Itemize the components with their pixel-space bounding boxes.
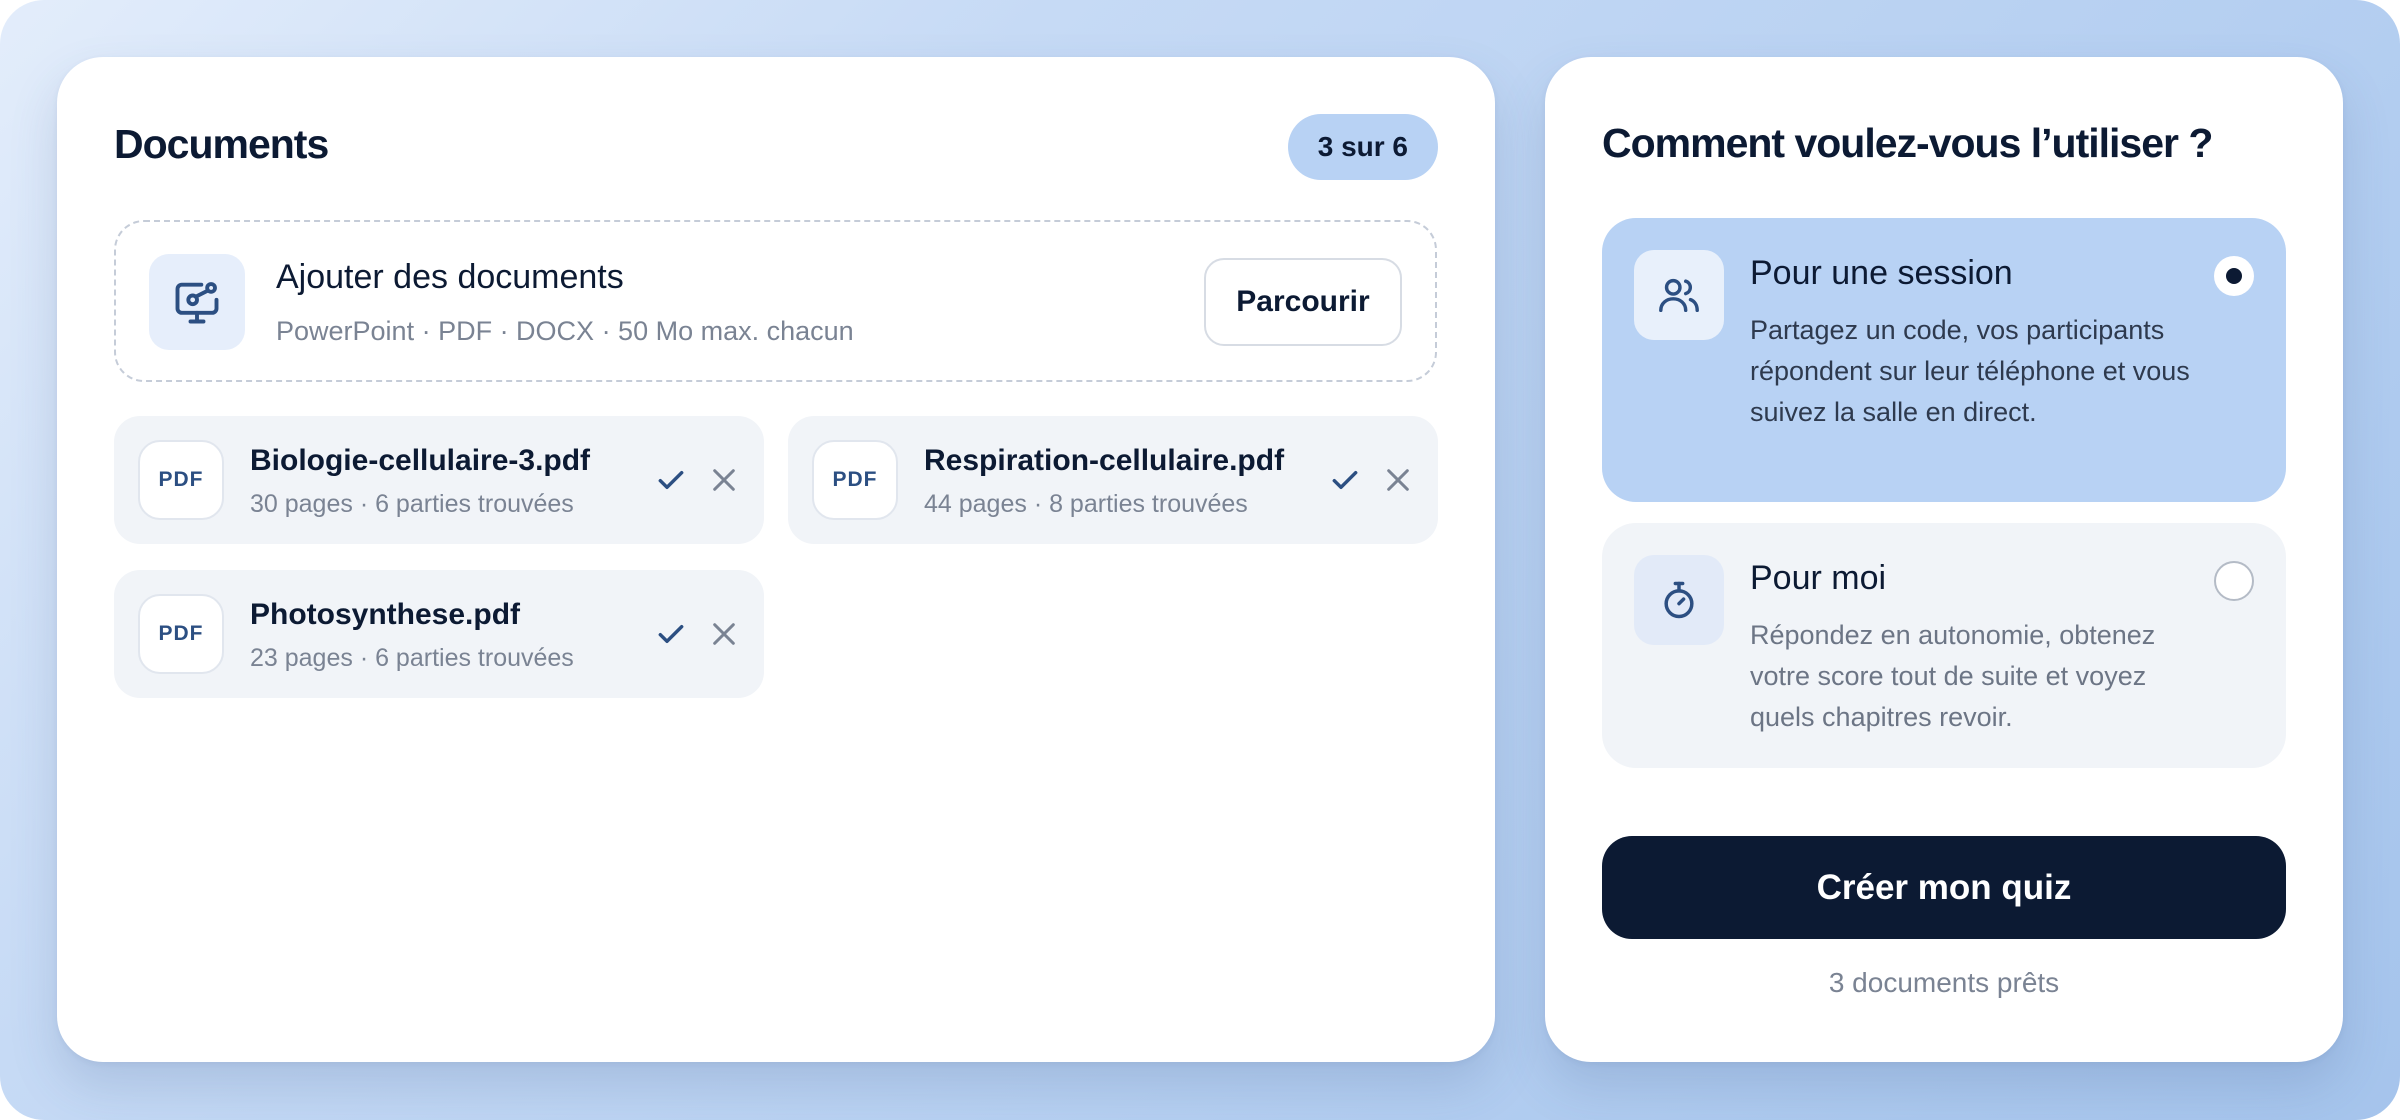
app-background: Documents 3 sur 6 Ajouter des documents … (0, 0, 2400, 1120)
check-icon (1332, 470, 1358, 490)
users-icon (1634, 250, 1724, 340)
option-description: Partagez un code, vos participants répon… (1750, 315, 2190, 427)
file-meta: 44 pages · 8 parties trouvées (924, 490, 1248, 518)
ready-status-text: 3 documents prêts (1828, 967, 2060, 998)
file-meta: 23 pages · 6 parties trouvées (250, 644, 574, 672)
file-name: Photosynthese.pdf (250, 598, 521, 631)
option-title: Pour moi (1750, 559, 1887, 597)
pdf-file-icon: PDF (138, 594, 224, 674)
option-session[interactable]: Pour une session Partagez un code, vos p… (1602, 218, 2286, 502)
file-item: PDF Biologie-cellulaire-3.pdf 30 pages ·… (114, 416, 764, 544)
upload-dropzone[interactable]: Ajouter des documents PowerPoint · PDF ·… (114, 220, 1437, 382)
option-description: Répondez en autonomie, obtenez votre sco… (1750, 620, 2156, 732)
file-item: PDF Respiration-cellulaire.pdf 44 pages … (788, 416, 1438, 544)
remove-file-close-icon[interactable] (1382, 464, 1414, 496)
pdf-file-icon: PDF (812, 440, 898, 520)
option-title: Pour une session (1750, 254, 2013, 292)
file-meta: 30 pages · 6 parties trouvées (250, 490, 574, 518)
check-icon (658, 470, 684, 490)
remove-file-close-icon[interactable] (708, 464, 740, 496)
monitor-upload-icon (149, 254, 245, 350)
document-count-badge: 3 sur 6 (1287, 114, 1438, 180)
browse-button[interactable]: Parcourir (1204, 258, 1402, 346)
radio-selected[interactable] (2214, 256, 2254, 296)
usage-card: Comment voulez-vous l’utiliser ? Pour un… (1545, 57, 2343, 1062)
stopwatch-icon (1634, 555, 1724, 645)
remove-file-close-icon[interactable] (708, 618, 740, 650)
check-icon (658, 624, 684, 644)
file-name: Biologie-cellulaire-3.pdf (250, 444, 591, 477)
create-quiz-button[interactable]: Créer mon quiz (1602, 836, 2286, 939)
dropzone-formats: PowerPoint · PDF · DOCX · 50 Mo max. cha… (276, 316, 854, 346)
usage-title: Comment voulez-vous l’utiliser ? (1602, 120, 2213, 166)
option-self[interactable]: Pour moi Répondez en autonomie, obtenez … (1602, 523, 2286, 768)
pdf-file-icon: PDF (138, 440, 224, 520)
radio-unselected[interactable] (2214, 561, 2254, 601)
dropzone-title: Ajouter des documents (276, 258, 624, 296)
documents-title: Documents (114, 121, 329, 167)
file-item: PDF Photosynthese.pdf 23 pages · 6 parti… (114, 570, 764, 698)
file-name: Respiration-cellulaire.pdf (924, 444, 1285, 477)
documents-card: Documents 3 sur 6 Ajouter des documents … (57, 57, 1495, 1062)
